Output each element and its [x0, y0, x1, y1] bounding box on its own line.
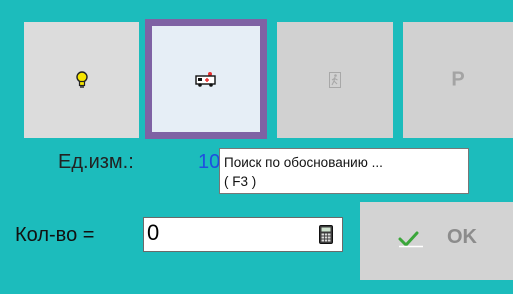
p-tile-button[interactable]: P — [403, 22, 513, 138]
quantity-value: 0 — [147, 220, 160, 245]
ok-button[interactable]: OK — [360, 202, 513, 280]
tooltip-text: Поиск по обоснованию ... — [224, 155, 383, 170]
unit-value: 10 — [198, 151, 221, 173]
lightbulb-tile-button[interactable] — [24, 22, 139, 138]
quantity-label: Кол-во = — [15, 224, 95, 246]
running-man-icon — [329, 72, 341, 88]
ambulance-tile-button[interactable] — [145, 19, 267, 139]
tooltip-shortcut: ( F3 ) — [224, 174, 257, 189]
lightbulb-icon — [75, 71, 88, 88]
calculator-icon[interactable] — [319, 225, 333, 244]
unit-label: Ед.изм.: — [58, 151, 134, 173]
ambulance-icon — [195, 72, 216, 87]
ok-label: OK — [447, 226, 477, 248]
running-man-tile-button[interactable] — [277, 22, 393, 138]
tooltip: Поиск по обоснованию ... ( F3 ) — [219, 148, 469, 194]
p-letter: P — [451, 68, 465, 91]
checkmark-icon — [398, 231, 423, 248]
quantity-input[interactable]: 0 — [143, 217, 343, 252]
